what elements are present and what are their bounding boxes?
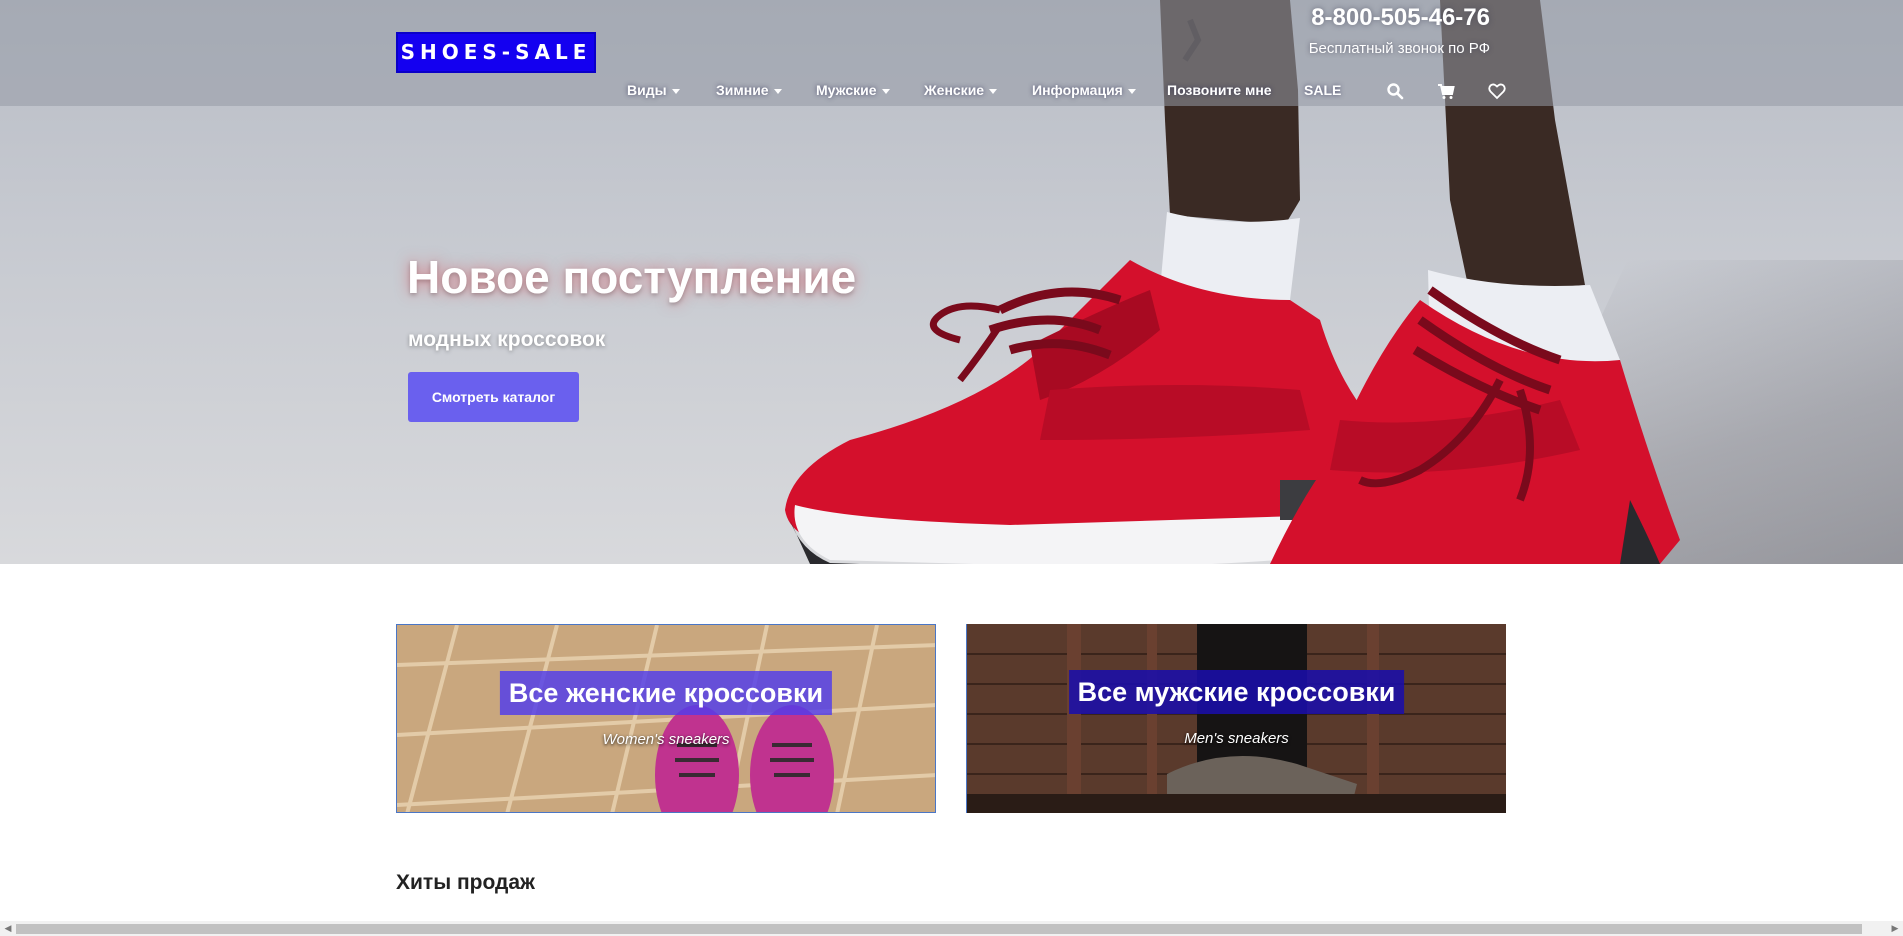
caret-down-icon <box>989 88 998 94</box>
nav-item-zhenskie[interactable]: Женские <box>924 82 998 98</box>
horizontal-scrollbar[interactable]: ◀ ▶ <box>0 921 1903 936</box>
scroll-right-arrow-icon[interactable]: ▶ <box>1887 921 1903 936</box>
heart-icon[interactable] <box>1488 82 1506 100</box>
phone-number[interactable]: 8-800-505-46-76 <box>1290 4 1490 32</box>
caret-down-icon <box>1127 88 1136 94</box>
caret-down-icon <box>881 88 890 94</box>
category-title-men: Все мужские кроссовки <box>1068 670 1405 714</box>
hero-banner: SHOES-SALE 8-800-505-46-76 Бесплатный зв… <box>0 0 1903 564</box>
men-sneakers-image <box>967 624 1506 813</box>
hero-title: Новое поступление <box>407 251 857 303</box>
hero-subtitle: модных кроссовок <box>408 328 606 351</box>
nav-item-call-me[interactable]: Позвоните мне <box>1167 82 1272 98</box>
category-subtitle-women: Women's sneakers <box>602 731 730 748</box>
category-tile-men[interactable]: Все мужские кроссовки Men's sneakers <box>966 624 1506 813</box>
nav-item-muzhskie[interactable]: Мужские <box>816 82 890 98</box>
category-tile-women[interactable]: Все женские кроссовки Women's sneakers <box>396 624 936 813</box>
cart-icon[interactable] <box>1437 82 1455 100</box>
caret-down-icon <box>671 88 680 94</box>
scrollbar-thumb[interactable] <box>16 924 1862 934</box>
view-catalog-button[interactable]: Смотреть каталог <box>408 372 579 422</box>
women-sneakers-image <box>397 625 935 812</box>
search-icon[interactable] <box>1386 82 1404 100</box>
scroll-left-arrow-icon[interactable]: ◀ <box>0 921 16 936</box>
bestsellers-heading: Хиты продаж <box>396 871 535 894</box>
main-nav: Виды Зимние Мужские Женские Информация П… <box>0 82 1903 102</box>
nav-item-sale[interactable]: SALE <box>1304 82 1341 98</box>
nav-item-zimnie[interactable]: Зимние <box>716 82 782 98</box>
category-subtitle-men: Men's sneakers <box>1184 730 1289 747</box>
site-logo[interactable]: SHOES-SALE <box>396 32 596 73</box>
category-title-women: Все женские кроссовки <box>499 671 833 715</box>
nav-item-informaciya[interactable]: Информация <box>1032 82 1136 98</box>
caret-down-icon <box>773 88 782 94</box>
nav-item-vidy[interactable]: Виды <box>627 82 680 98</box>
phone-note: Бесплатный звонок по РФ <box>1308 40 1490 57</box>
